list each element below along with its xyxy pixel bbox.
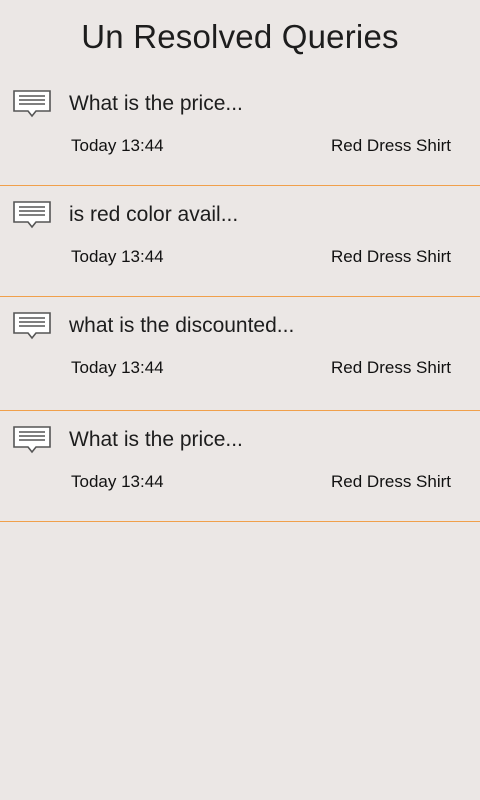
query-list: What is the price... Today 13:44 Red Dre… [0, 75, 480, 522]
message-icon [13, 426, 51, 454]
query-question: What is the price... [69, 428, 243, 451]
query-item[interactable]: What is the price... Today 13:44 Red Dre… [0, 411, 480, 522]
message-icon [13, 312, 51, 340]
query-item[interactable]: what is the discounted... Today 13:44 Re… [0, 297, 480, 411]
query-time: Today 13:44 [71, 247, 164, 266]
query-time: Today 13:44 [71, 472, 164, 491]
message-icon [13, 90, 51, 118]
query-product: Red Dress Shirt [331, 136, 451, 155]
header: Un Resolved Queries [0, 0, 480, 75]
query-time: Today 13:44 [71, 136, 164, 155]
query-product: Red Dress Shirt [331, 247, 451, 266]
query-question: what is the discounted... [69, 314, 295, 337]
query-item[interactable]: is red color avail... Today 13:44 Red Dr… [0, 186, 480, 297]
query-question: is red color avail... [69, 203, 239, 226]
page-title: Un Resolved Queries [81, 18, 399, 55]
query-item[interactable]: What is the price... Today 13:44 Red Dre… [0, 75, 480, 186]
query-product: Red Dress Shirt [331, 472, 451, 491]
query-question: What is the price... [69, 92, 243, 115]
query-time: Today 13:44 [71, 358, 164, 377]
message-icon [13, 201, 51, 229]
query-product: Red Dress Shirt [331, 358, 451, 377]
